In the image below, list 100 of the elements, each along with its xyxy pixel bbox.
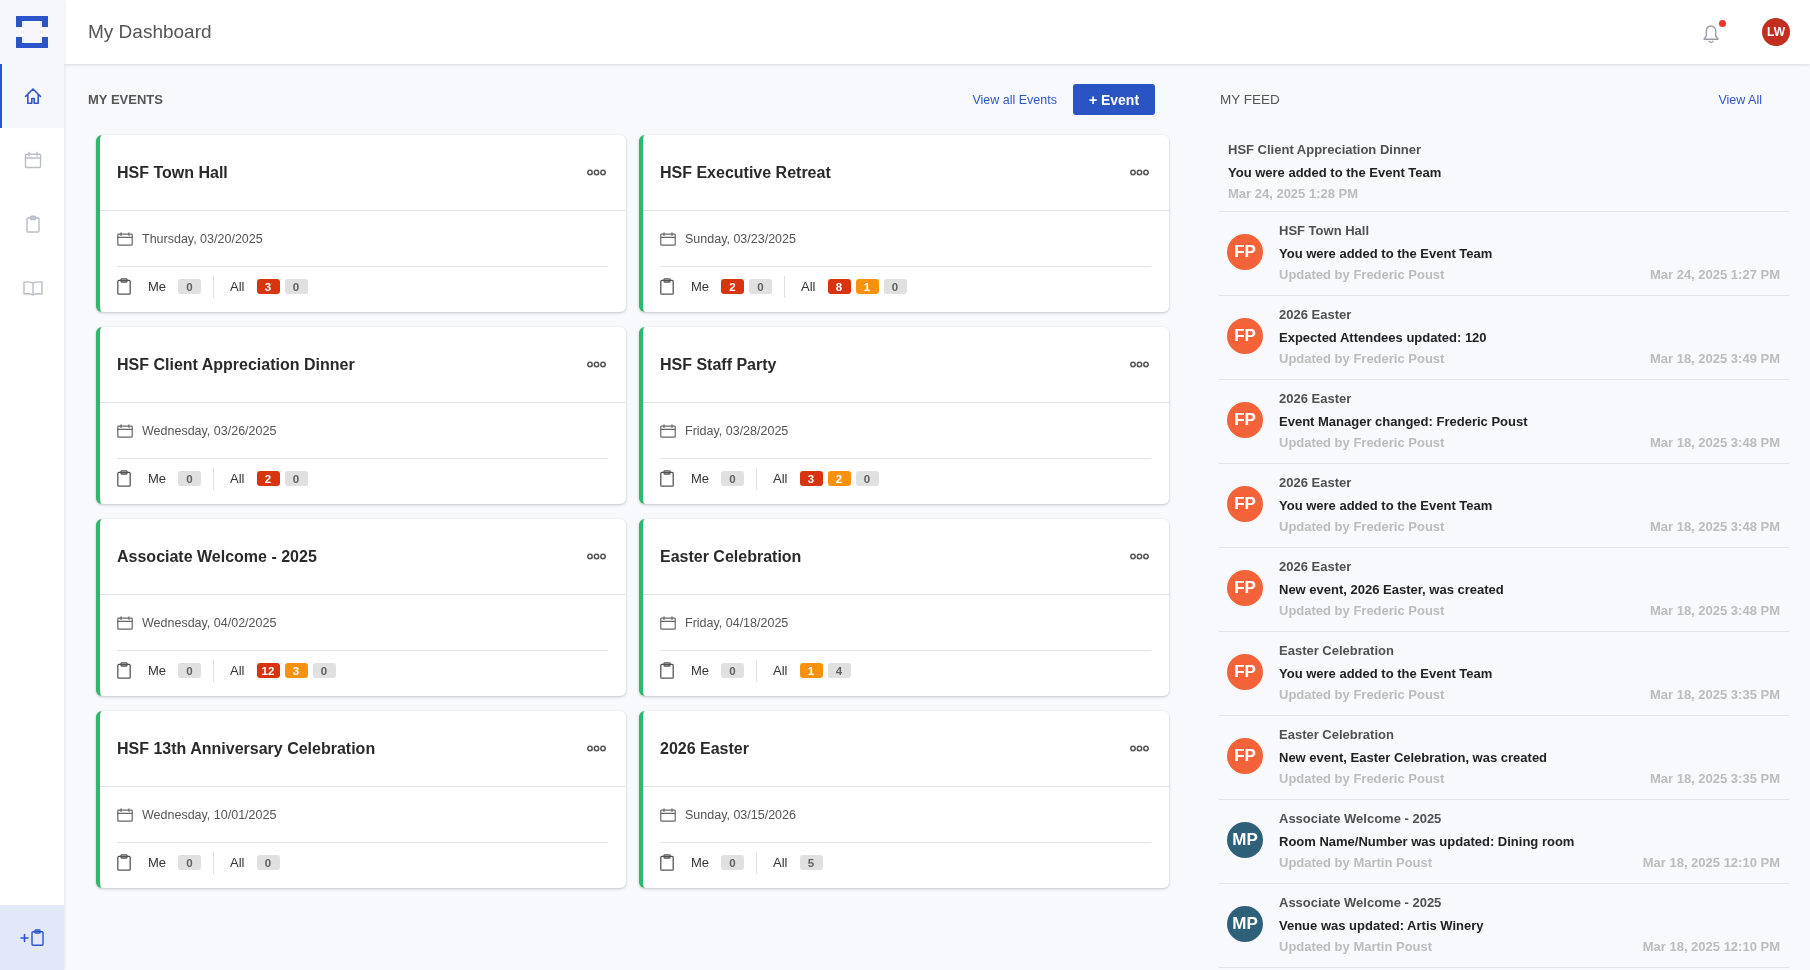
task-group-label: Me [691,663,710,678]
task-count-badge[interactable]: 0 [178,663,202,678]
task-count-badge[interactable]: 0 [284,471,308,486]
clipboard-icon [117,470,131,487]
more-options-icon[interactable] [1130,361,1149,368]
task-group-label: Me [691,279,710,294]
task-count-badge[interactable]: 5 [799,855,823,870]
feed-event-name[interactable]: HSF Town Hall [1279,219,1780,243]
feed-message: You were added to the Event Team [1279,497,1494,515]
event-title[interactable]: HSF Client Appreciation Dinner [117,355,587,374]
calendar-icon [660,615,676,630]
feed-event-name[interactable]: 2026 Easter [1279,303,1780,327]
feed-updated-by: Updated by Frederic Poust [1279,686,1445,704]
feed-timestamp: Mar 18, 2025 3:48 PM [1649,434,1780,452]
event-title[interactable]: HSF 13th Anniversary Celebration [117,739,587,758]
more-options-icon[interactable] [1130,169,1149,176]
task-count-badge[interactable]: 3 [799,471,823,486]
task-count-badge[interactable]: 0 [721,855,745,870]
add-task-button[interactable] [0,905,64,970]
task-group-label: Me [148,279,167,294]
calendar-icon [117,423,133,438]
user-avatar: FP [1227,402,1263,438]
more-options-icon[interactable] [587,169,606,176]
task-count-badge[interactable]: 2 [256,471,280,486]
task-count-badge[interactable]: 3 [256,279,280,294]
clipboard-icon [117,854,131,871]
view-all-link[interactable]: View all Events [972,92,1057,107]
event-card[interactable]: HSF Client Appreciation Dinner Wednesday, 03/26/2025 Me 0 All 2 0 [96,327,626,504]
feed-updated-by: Updated by Martin Poust [1279,938,1433,956]
task-group-label: Me [148,471,167,486]
calendar-icon [660,423,676,438]
task-count-badge[interactable]: 0 [178,279,202,294]
feed-event-name[interactable]: 2026 Easter [1279,555,1780,579]
task-count-badge[interactable]: 8 [827,279,851,294]
feed-message: Room Name/Number was updated: Dining room [1279,833,1576,851]
add-event-button[interactable]: + Event [1073,84,1155,115]
event-date: Friday, 04/18/2025 [685,615,789,630]
feed-timestamp: Mar 24, 2025 1:27 PM [1649,266,1780,284]
more-options-icon[interactable] [1130,553,1149,560]
user-avatar: FP [1227,570,1263,606]
more-options-icon[interactable] [587,361,606,368]
task-group-label: All [801,279,816,294]
feed-message: Event Manager changed: Frederic Poust [1279,413,1529,431]
event-date: Wednesday, 04/02/2025 [142,615,277,630]
feed-event-name[interactable]: Associate Welcome - 2025 [1279,807,1780,831]
task-count-badge[interactable]: 12 [256,663,280,678]
event-title[interactable]: HSF Staff Party [660,355,1130,374]
task-count-badge[interactable]: 0 [256,855,280,870]
task-count-badge[interactable]: 0 [883,279,907,294]
user-avatar[interactable]: LW [1762,18,1790,46]
feed-event-name[interactable]: Easter Celebration [1279,723,1780,747]
calendar-icon [660,231,676,246]
event-card[interactable]: HSF Staff Party Friday, 03/28/2025 Me 0 All 3 2 0 [639,327,1169,504]
notifications-button[interactable] [1702,20,1726,44]
event-title[interactable]: 2026 Easter [660,739,1130,758]
event-title[interactable]: HSF Executive Retreat [660,163,1130,182]
task-group-label: All [230,663,245,678]
more-options-icon[interactable] [587,553,606,560]
event-card[interactable]: HSF Town Hall Thursday, 03/20/2025 Me 0 All 3 0 [96,135,626,312]
feed-timestamp: Mar 18, 2025 3:35 PM [1649,686,1780,704]
event-title[interactable]: Associate Welcome - 2025 [117,547,587,566]
task-count-badge[interactable]: 0 [721,663,745,678]
event-card[interactable]: Easter Celebration Friday, 04/18/2025 Me 0 All 1 4 [639,519,1169,696]
event-title[interactable]: Easter Celebration [660,547,1130,566]
calendar-icon [117,807,133,822]
task-count-badge[interactable]: 0 [749,279,773,294]
task-group-label: All [773,663,788,678]
feed-updated-by: Updated by Martin Poust [1279,854,1433,872]
task-count-badge[interactable]: 0 [855,471,879,486]
task-count-badge[interactable]: 0 [721,471,745,486]
task-count-badge[interactable]: 4 [827,663,851,678]
home-nav-button[interactable] [0,64,64,128]
feed-timestamp: Mar 18, 2025 3:48 PM [1649,518,1780,536]
calendar-icon [117,615,133,630]
task-count-badge[interactable]: 0 [178,471,202,486]
task-count-badge[interactable]: 2 [721,279,745,294]
task-group-label: Me [148,663,167,678]
event-card[interactable]: 2026 Easter Sunday, 03/15/2026 Me 0 All 5 [639,711,1169,888]
feed-message: You were added to the Event Team [1279,245,1494,263]
task-count-badge[interactable]: 0 [178,855,202,870]
feed-event-name[interactable]: 2026 Easter [1279,471,1780,495]
task-count-badge[interactable]: 0 [284,279,308,294]
feed-updated-by: Updated by Frederic Poust [1279,518,1445,536]
feed-event-name[interactable]: Associate Welcome - 2025 [1279,891,1780,915]
feed-event-name[interactable]: HSF Client Appreciation Dinner [1228,138,1780,162]
more-options-icon[interactable] [587,745,606,752]
event-title[interactable]: HSF Town Hall [117,163,587,182]
event-card[interactable]: Associate Welcome - 2025 Wednesday, 04/02/2025 Me 0 All 12 3 0 [96,519,626,696]
more-options-icon[interactable] [1130,745,1149,752]
feed-updated-by: Updated by Frederic Poust [1279,350,1445,368]
task-group-label: Me [691,855,710,870]
task-count-badge[interactable]: 0 [312,663,336,678]
event-card[interactable]: HSF Executive Retreat Sunday, 03/23/2025 Me 2 0 All 8 1 0 [639,135,1169,312]
event-card[interactable]: HSF 13th Anniversary Celebration Wednesday, 10/01/2025 Me 0 All 0 [96,711,626,888]
feed-event-name[interactable]: 2026 Easter [1279,387,1780,411]
event-date: Thursday, 03/20/2025 [142,231,263,246]
view-all-link[interactable]: View All [1718,92,1762,107]
clipboard-icon [24,215,42,233]
feed-updated-by: Updated by Frederic Poust [1279,266,1445,284]
feed-event-name[interactable]: Easter Celebration [1279,639,1780,663]
